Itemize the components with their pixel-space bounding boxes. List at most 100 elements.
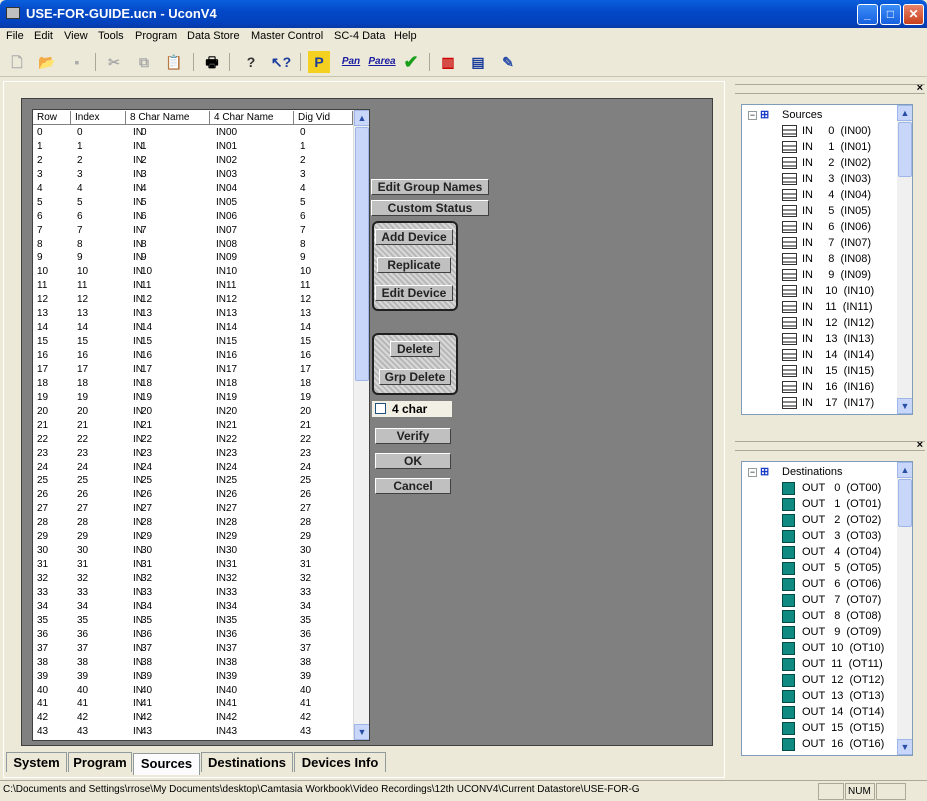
table-row[interactable]: 27 27 IN 27 IN27 27 [33,502,353,516]
table-row[interactable]: 33 33 IN 33 IN33 33 [33,586,353,600]
database-icon[interactable]: ▤ [467,51,489,73]
scroll-down-icon[interactable]: ▼ [897,739,912,755]
add-device-button[interactable]: Add Device [375,229,453,245]
tab-devices-info[interactable]: Devices Info [294,752,386,772]
destinations-tree[interactable]: − ⊞ Destinations OUT 0 (OT00) OUT 1 (OT01… [741,461,913,756]
header-index[interactable]: Index [71,111,126,125]
table-row[interactable]: 20 20 IN 20 IN20 20 [33,405,353,419]
table-row[interactable]: 39 39 IN 39 IN39 39 [33,670,353,684]
paste-icon[interactable]: 📋 [163,51,185,73]
grid-icon[interactable]: ▥ [437,51,459,73]
scroll-down-icon[interactable]: ▼ [354,724,369,740]
table-row[interactable]: 41 41 IN 41 IN41 41 [33,697,353,711]
tree-item[interactable]: IN 8 (IN08) [802,251,871,267]
menu-sc4-data[interactable]: SC-4 Data [334,30,385,42]
tree-item[interactable]: IN 3 (IN03) [802,171,871,187]
tree-item[interactable]: OUT 2 (OT02) [802,512,881,528]
header-dig-vid[interactable]: Dig Vid [294,111,353,125]
table-row[interactable]: 19 19 IN 19 IN19 19 [33,391,353,405]
scroll-up-icon[interactable]: ▲ [354,110,369,126]
sources-grid[interactable]: Row Index 8 Char Name 4 Char Name Dig Vi… [32,109,370,741]
tree-item[interactable]: OUT 16 (OT16) [802,736,884,752]
tree-item[interactable]: OUT 8 (OT08) [802,608,881,624]
sources-root-label[interactable]: Sources [782,107,822,123]
table-row[interactable]: 4 4 IN 4 IN04 4 [33,182,353,196]
table-row[interactable]: 5 5 IN 5 IN05 5 [33,196,353,210]
header-row[interactable]: Row [33,111,71,125]
table-row[interactable]: 43 43 IN 43 IN43 43 [33,725,353,739]
tree-item[interactable]: OUT 0 (OT00) [802,480,881,496]
menu-view[interactable]: View [64,30,88,42]
tree-item[interactable]: OUT 15 (OT15) [802,720,884,736]
cancel-button[interactable]: Cancel [375,478,451,494]
tree-item[interactable]: IN 17 (IN17) [802,395,874,411]
scroll-thumb[interactable] [898,479,912,527]
document-icon[interactable]: P [308,51,330,73]
table-row[interactable]: 22 22 IN 22 IN22 22 [33,433,353,447]
close-icon[interactable]: × [917,82,923,94]
scroll-thumb[interactable] [355,127,369,381]
table-row[interactable]: 31 31 IN 31 IN31 31 [33,558,353,572]
table-row[interactable]: 18 18 IN 18 IN18 18 [33,377,353,391]
context-help-icon[interactable]: ↖? [270,51,292,73]
cut-icon[interactable]: ✂ [103,51,125,73]
scroll-thumb[interactable] [898,122,912,177]
table-row[interactable]: 11 11 IN 11 IN11 11 [33,279,353,293]
delete-button[interactable]: Delete [390,341,440,357]
four-char-checkbox[interactable]: 4 char [372,401,452,417]
header-4-char-name[interactable]: 4 Char Name [210,111,294,125]
tab-system[interactable]: System [6,752,67,772]
table-row[interactable]: 24 24 IN 24 IN24 24 [33,461,353,475]
tree-item[interactable]: IN 6 (IN06) [802,219,871,235]
new-icon[interactable]: 🗋 [6,51,28,73]
table-row[interactable]: 38 38 IN 38 IN38 38 [33,656,353,670]
sources-tree[interactable]: − ⊞ Sources IN 0 (IN00) IN 1 (IN01) IN 2 (… [741,104,913,415]
maximize-button[interactable]: □ [880,4,901,25]
tab-program[interactable]: Program [68,752,132,772]
table-row[interactable]: 21 21 IN 21 IN21 21 [33,419,353,433]
table-row[interactable]: 0 0 IN 0 IN00 0 [33,126,353,140]
table-row[interactable]: 1 1 IN 1 IN01 1 [33,140,353,154]
menu-program[interactable]: Program [135,30,177,42]
edit-device-button[interactable]: Edit Device [375,285,453,301]
tree-item[interactable]: OUT 6 (OT06) [802,576,881,592]
table-row[interactable]: 29 29 IN 29 IN29 29 [33,530,353,544]
sources-scrollbar[interactable]: ▲ ▼ [897,105,912,414]
tree-item[interactable]: IN 1 (IN01) [802,139,871,155]
pencil-icon[interactable]: ✎ [497,51,519,73]
collapse-icon[interactable]: − [748,468,757,477]
parea-button[interactable]: Parea [368,51,396,73]
tab-destinations[interactable]: Destinations [201,752,293,772]
table-row[interactable]: 25 25 IN 25 IN25 25 [33,474,353,488]
table-row[interactable]: 10 10 IN 10 IN10 10 [33,265,353,279]
collapse-icon[interactable]: − [748,111,757,120]
tree-item[interactable]: IN 10 (IN10) [802,283,874,299]
menu-edit[interactable]: Edit [34,30,53,42]
table-row[interactable]: 28 28 IN 28 IN28 28 [33,516,353,530]
table-row[interactable]: 26 26 IN 26 IN26 26 [33,488,353,502]
table-row[interactable]: 14 14 IN 14 IN14 14 [33,321,353,335]
tree-item[interactable]: IN 16 (IN16) [802,379,874,395]
tree-item[interactable]: IN 15 (IN15) [802,363,874,379]
tree-item[interactable]: IN 11 (IN11) [802,299,873,315]
tree-item[interactable]: IN 4 (IN04) [802,187,871,203]
open-icon[interactable]: 📂 [36,51,58,73]
table-row[interactable]: 2 2 IN 2 IN02 2 [33,154,353,168]
table-row[interactable]: 15 15 IN 15 IN15 15 [33,335,353,349]
table-row[interactable]: 40 40 IN 40 IN40 40 [33,684,353,698]
print-icon[interactable]: 🖶 [201,51,223,73]
tree-item[interactable]: IN 9 (IN09) [802,267,871,283]
table-row[interactable]: 8 8 IN 8 IN08 8 [33,238,353,252]
tree-item[interactable]: OUT 10 (OT10) [802,640,884,656]
tab-sources[interactable]: Sources [133,753,200,775]
table-row[interactable]: 23 23 IN 23 IN23 23 [33,447,353,461]
tree-item[interactable]: OUT 11 (OT11) [802,656,883,672]
table-row[interactable]: 3 3 IN 3 IN03 3 [33,168,353,182]
copy-icon[interactable]: ⧉ [133,51,155,73]
destinations-root-label[interactable]: Destinations [782,464,843,480]
verify-button[interactable]: Verify [375,428,451,444]
tree-item[interactable]: IN 5 (IN05) [802,203,871,219]
table-row[interactable]: 42 42 IN 42 IN42 42 [33,711,353,725]
table-row[interactable]: 37 37 IN 37 IN37 37 [33,642,353,656]
edit-group-names-button[interactable]: Edit Group Names [371,179,489,195]
